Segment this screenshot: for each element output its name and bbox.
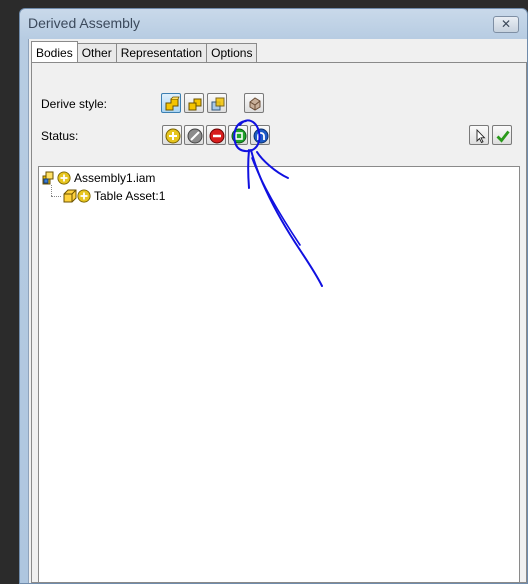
dialog-body: Bodies Other Representation Options Deri… <box>28 39 527 583</box>
tab-strip: Bodies Other Representation Options <box>31 41 258 63</box>
subtract-icon <box>209 128 225 144</box>
status-label: Status: <box>41 129 79 143</box>
status-bounding-box-button[interactable] <box>228 125 248 145</box>
derive-surface-body-button[interactable] <box>244 93 264 113</box>
tab-bodies[interactable]: Bodies <box>31 41 78 62</box>
derive-style-label: Derive style: <box>41 97 108 111</box>
derived-assembly-dialog: Derived Assembly ✕ Bodies Other Represen… <box>19 8 528 584</box>
status-intersect-button[interactable] <box>250 125 270 145</box>
surface-body-icon <box>249 97 261 111</box>
check-icon <box>496 130 510 143</box>
single-solid-seams-icon <box>188 98 202 111</box>
include-icon <box>165 128 181 144</box>
derive-single-solid-seams-button[interactable] <box>184 93 204 113</box>
intersect-icon <box>253 128 269 144</box>
single-solid-merged-icon <box>165 96 180 111</box>
select-mode-button[interactable] <box>469 125 489 145</box>
multi-solid-icon <box>211 97 225 111</box>
tree-connector <box>51 196 61 197</box>
tree-node-label: Assembly1.iam <box>74 171 156 185</box>
status-include-button[interactable] <box>162 125 182 145</box>
tab-representation[interactable]: Representation <box>115 43 208 62</box>
bounding-box-icon <box>231 128 247 144</box>
status-subtract-button[interactable] <box>206 125 226 145</box>
part-icon <box>63 189 77 203</box>
cursor-arrow-icon <box>476 128 486 144</box>
derive-single-solid-merged-button[interactable] <box>161 93 181 113</box>
title-bar[interactable]: Derived Assembly ✕ <box>20 9 527 39</box>
derive-multi-solid-button[interactable] <box>207 93 227 113</box>
tree-node-label: Table Asset:1 <box>94 189 166 203</box>
component-tree[interactable]: Assembly1.iam Table Asset:1 <box>38 166 520 582</box>
dialog-title: Derived Assembly <box>28 15 141 31</box>
include-status-icon <box>57 171 71 185</box>
tree-node-root[interactable]: Assembly1.iam <box>42 170 155 186</box>
include-status-icon <box>77 189 91 203</box>
tab-options[interactable]: Options <box>206 43 258 62</box>
bodies-tab-panel: Derive style: Status: Assembly1.iam Tabl… <box>31 62 527 583</box>
assembly-icon <box>42 171 54 185</box>
tree-connector <box>51 185 52 196</box>
ok-button[interactable] <box>492 125 512 145</box>
exclude-icon <box>187 128 203 144</box>
tree-node-child[interactable]: Table Asset:1 <box>62 188 165 204</box>
tab-other[interactable]: Other <box>76 43 117 62</box>
close-icon: ✕ <box>500 17 512 31</box>
close-button[interactable]: ✕ <box>493 16 519 33</box>
status-exclude-button[interactable] <box>184 125 204 145</box>
